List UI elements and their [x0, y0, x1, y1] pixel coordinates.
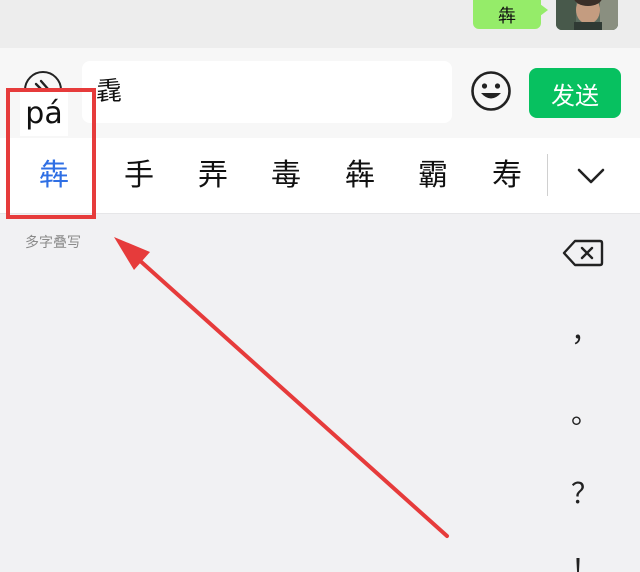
chat-message-bubble[interactable]: 犇: [473, 0, 548, 29]
candidate-6[interactable]: 霸: [403, 138, 463, 214]
phone-screen: 犇 毳 pá 发送 犇 手 弄 毒 犇 霸 寿 多字叠写 ， 。 ？ ！: [0, 0, 640, 572]
handwriting-mode-label[interactable]: 多字叠写: [25, 232, 81, 252]
emoji-button[interactable]: [470, 70, 512, 112]
input-bar: 毳 pá 发送: [0, 48, 640, 138]
candidate-1[interactable]: 犇: [24, 138, 84, 214]
avatar-photo: [556, 0, 618, 30]
user-avatar[interactable]: [556, 0, 618, 30]
question-key[interactable]: ？: [560, 472, 610, 512]
message-input-value: 毳: [96, 77, 123, 107]
candidate-7[interactable]: 寿: [477, 138, 537, 214]
period-key[interactable]: 。: [560, 392, 610, 432]
emoji-icon: [471, 71, 511, 111]
candidate-4[interactable]: 毒: [256, 138, 316, 214]
candidate-divider: [547, 154, 548, 196]
message-input[interactable]: 毳: [82, 61, 452, 123]
candidate-3[interactable]: 弄: [183, 138, 243, 214]
pinyin-composition: pá: [20, 92, 68, 136]
chevron-down-icon: [577, 168, 605, 184]
exclamation-key[interactable]: ！: [560, 548, 610, 572]
backspace-key[interactable]: [562, 238, 604, 268]
backspace-icon: [562, 239, 604, 267]
handwriting-keyboard[interactable]: 多字叠写 ， 。 ？ ！: [0, 214, 640, 572]
candidate-bar: 犇 手 弄 毒 犇 霸 寿: [0, 138, 640, 214]
candidate-5[interactable]: 犇: [330, 138, 390, 214]
candidate-2[interactable]: 手: [109, 138, 169, 214]
expand-candidates-button[interactable]: [568, 156, 614, 196]
chat-area: 犇: [0, 0, 640, 48]
send-button[interactable]: 发送: [529, 68, 621, 118]
comma-key[interactable]: ，: [560, 310, 610, 350]
